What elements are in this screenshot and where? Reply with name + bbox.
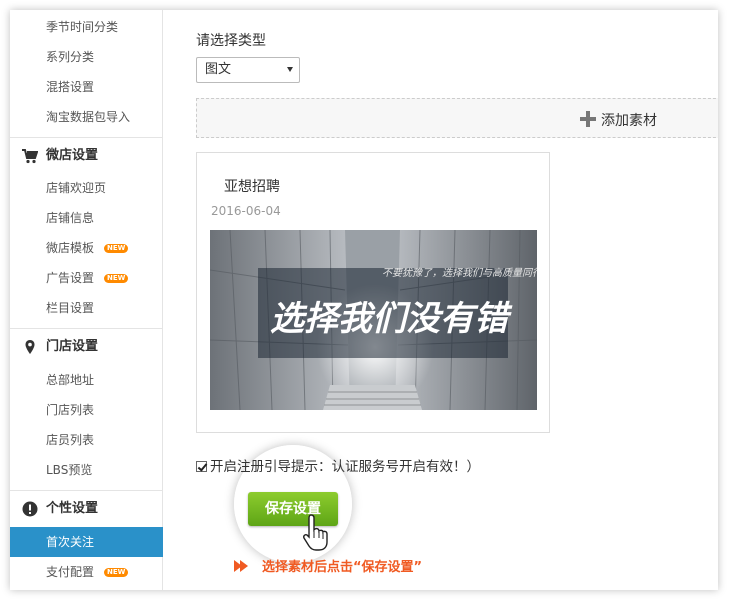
exclamation-circle-icon <box>22 501 38 517</box>
main-content: 请选择类型 图文 添加素材 亚想招聘 2016-06-04 不要犹豫了，选择我们… <box>164 10 718 590</box>
card-title: 亚想招聘 <box>224 179 280 195</box>
sidebar-item-staff-list[interactable]: 店员列表 <box>10 425 163 455</box>
card-cover-image: 不要犹豫了，选择我们与高质量同行 选择我们没有错 <box>210 230 537 410</box>
cover-text-small: 不要犹豫了，选择我们与高质量同行 <box>382 267 537 279</box>
sidebar-item-label: 混搭设置 <box>46 80 95 94</box>
chevron-down-icon <box>287 67 293 72</box>
sidebar-item-label: 店员列表 <box>46 433 95 447</box>
sidebar-item-store-list[interactable]: 门店列表 <box>10 395 163 425</box>
sidebar-item-label: 门店列表 <box>46 403 95 417</box>
type-label: 请选择类型 <box>196 33 266 49</box>
sidebar-item-welcome-page[interactable]: 店铺欢迎页 <box>10 173 163 203</box>
hint-text: 选择素材后点击“保存设置” <box>262 560 423 575</box>
add-material-button[interactable]: 添加素材 <box>196 98 718 138</box>
sidebar-item-label: 支付配置 <box>46 565 95 579</box>
sidebar-item-label: 系列分类 <box>46 50 95 64</box>
cover-text-big: 选择我们没有错 <box>270 299 513 339</box>
sidebar-item-series-category[interactable]: 系列分类 <box>10 42 163 72</box>
sidebar-section-store-settings[interactable]: 门店设置 <box>10 328 163 364</box>
sidebar-item-label: 广告设置 <box>46 271 95 285</box>
sidebar-item-ad-settings[interactable]: 广告设置 NEW <box>10 263 163 293</box>
guide-checkbox[interactable] <box>196 461 207 472</box>
guide-notice-text: 开启注册引导提示：认证服务号开启有效！） <box>210 459 480 475</box>
new-badge: NEW <box>104 244 129 253</box>
app-window: 季节时间分类 系列分类 混搭设置 淘宝数据包导入 微店设置 店铺欢迎页 店铺信息… <box>10 10 718 590</box>
play-arrow-icon <box>234 560 248 572</box>
sidebar-item-column-settings[interactable]: 栏目设置 <box>10 293 163 323</box>
add-material-label: 添加素材 <box>601 113 657 129</box>
type-select-value: 图文 <box>205 62 232 77</box>
sidebar-item-label: 栏目设置 <box>46 301 95 315</box>
sidebar-item-shop-template[interactable]: 微店模板 NEW <box>10 233 163 263</box>
sidebar-item-shop-info[interactable]: 店铺信息 <box>10 203 163 233</box>
sidebar-section-title: 个性设置 <box>46 501 99 516</box>
location-pin-icon <box>25 340 35 354</box>
sidebar-item-label: 首次关注 <box>46 535 95 549</box>
sidebar-item-season-category[interactable]: 季节时间分类 <box>10 12 163 42</box>
sidebar-section-title: 微店设置 <box>46 148 99 163</box>
sidebar-item-lbs-preview[interactable]: LBS预览 <box>10 455 163 485</box>
sidebar-item-payment-config[interactable]: 支付配置 NEW <box>10 557 163 587</box>
hand-pointer-icon <box>303 514 328 551</box>
sidebar-item-label: 淘宝数据包导入 <box>46 110 131 124</box>
sidebar-item-mix-settings[interactable]: 混搭设置 <box>10 72 163 102</box>
sidebar-item-label: 店铺信息 <box>46 211 95 225</box>
cart-icon <box>22 149 38 164</box>
sidebar: 季节时间分类 系列分类 混搭设置 淘宝数据包导入 微店设置 店铺欢迎页 店铺信息… <box>10 10 163 590</box>
new-badge: NEW <box>104 274 129 283</box>
sidebar-item-label: 微店模板 <box>46 241 95 255</box>
sidebar-item-first-follow[interactable]: 首次关注 <box>10 527 163 557</box>
type-select[interactable]: 图文 <box>196 57 300 83</box>
guide-notice[interactable]: 开启注册引导提示：认证服务号开启有效！） <box>196 455 480 475</box>
sidebar-item-hq-address[interactable]: 总部地址 <box>10 365 163 395</box>
card-date: 2016-06-04 <box>211 204 281 218</box>
sidebar-section-shop-settings[interactable]: 微店设置 <box>10 137 163 173</box>
sidebar-item-label: 店铺欢迎页 <box>46 181 107 195</box>
sidebar-item-label: 总部地址 <box>46 373 95 387</box>
plus-icon <box>580 111 596 127</box>
sidebar-section-personal-settings[interactable]: 个性设置 <box>10 490 163 526</box>
sidebar-item-taobao-import[interactable]: 淘宝数据包导入 <box>10 102 163 132</box>
material-card[interactable]: 亚想招聘 2016-06-04 不要犹豫了，选择我们与高质量同行 选择我们没有错 <box>196 152 550 433</box>
sidebar-item-label: LBS预览 <box>46 463 93 477</box>
sidebar-item-label: 季节时间分类 <box>46 20 119 34</box>
new-badge: NEW <box>104 568 129 577</box>
sidebar-section-title: 门店设置 <box>46 339 99 354</box>
